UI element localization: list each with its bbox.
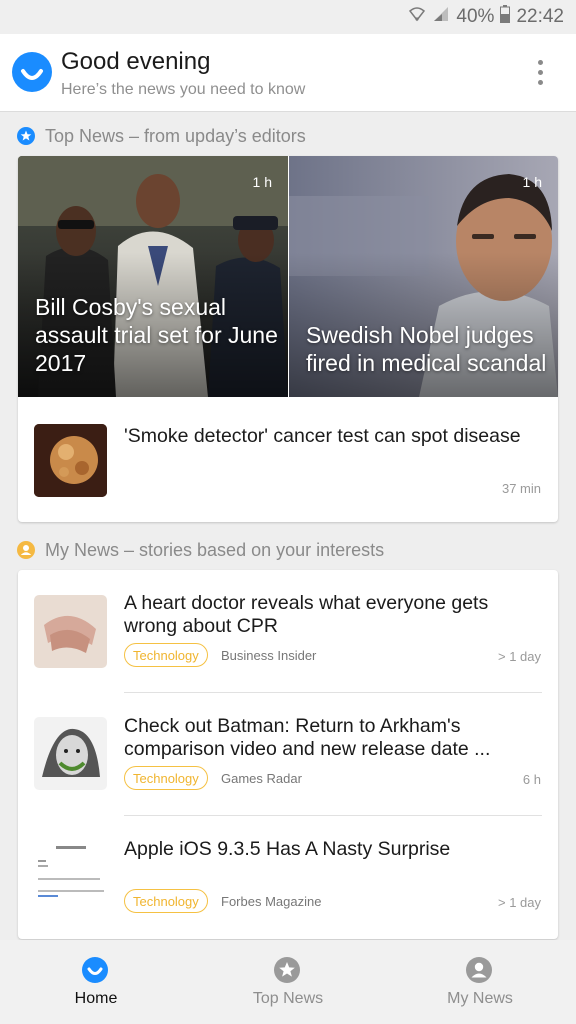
headline: 'Smoke detector' cancer test can spot di… (124, 425, 521, 447)
ios-update-thumbnail (34, 840, 107, 913)
status-icons: 40% 22:42 (408, 5, 564, 29)
battery-icon (500, 5, 511, 29)
list-item[interactable]: Apple iOS 9.3.5 Has A Nasty Surprise Tec… (18, 816, 558, 939)
top-news-section-title: Top News – from upday’s editors (17, 125, 306, 147)
category-tag[interactable]: Technology (124, 889, 208, 913)
nav-label: My News (447, 990, 513, 1007)
star-icon (17, 127, 35, 145)
top-news-card: 1 h Bill Cosby's sexual assault trial se… (18, 156, 558, 522)
headline: Apple iOS 9.3.5 Has A Nasty Surprise (124, 838, 451, 860)
top-news-tile-nobel[interactable]: 1 h Swedish Nobel judges fired in medica… (289, 156, 558, 397)
list-item[interactable]: A heart doctor reveals what everyone get… (18, 570, 558, 692)
tile-time: 1 h (522, 174, 542, 190)
status-bar: 40% 22:42 (0, 0, 576, 34)
source-name: Forbes Magazine (221, 894, 322, 909)
joker-thumbnail (34, 717, 107, 790)
headline: Check out Batman: Return to Arkham's com… (124, 715, 491, 760)
category-tag[interactable]: Technology (124, 643, 208, 667)
timestamp: > 1 day (497, 895, 541, 910)
top-news-row[interactable]: 'Smoke detector' cancer test can spot di… (18, 397, 558, 522)
signal-icon (432, 5, 450, 29)
greeting-title: Good evening (61, 48, 211, 75)
greeting-subtitle: Here’s the news you need to know (61, 81, 306, 98)
tile-headline: Swedish Nobel judges fired in medical sc… (306, 322, 547, 376)
source-name: Games Radar (221, 771, 302, 786)
my-news-card: A heart doctor reveals what everyone get… (18, 570, 558, 939)
star-icon (274, 957, 300, 983)
nav-label: Top News (252, 990, 324, 1007)
app-header: Good evening Here’s the news you need to… (0, 34, 576, 112)
tile-headline: Bill Cosby's sexual assault trial set fo… (35, 294, 278, 376)
timestamp: > 1 day (497, 649, 541, 664)
headline: A heart doctor reveals what everyone get… (124, 592, 489, 637)
category-tag[interactable]: Technology (124, 766, 208, 790)
nav-label: Home (74, 990, 118, 1007)
bottom-navigation: Home Top News My News (0, 940, 576, 1024)
top-news-tile-cosby[interactable]: 1 h Bill Cosby's sexual assault trial se… (18, 156, 288, 397)
my-news-section-label: My News – stories based on your interest… (45, 539, 385, 560)
source-name: Business Insider (221, 648, 317, 663)
upday-logo-icon (12, 52, 52, 92)
timestamp: 37 min (501, 481, 541, 496)
battery-percent: 40% (456, 6, 495, 27)
overflow-menu-icon[interactable] (530, 58, 550, 88)
timestamp: 6 h (522, 772, 541, 787)
cancer-cell-thumbnail (34, 424, 107, 497)
wifi-icon (408, 5, 426, 29)
nav-home[interactable]: Home (0, 940, 192, 1024)
person-icon (466, 957, 492, 983)
tile-time: 1 h (252, 174, 272, 190)
list-item[interactable]: Check out Batman: Return to Arkham's com… (18, 693, 558, 815)
cpr-hands-thumbnail (34, 595, 107, 668)
person-icon (17, 541, 35, 559)
top-news-section-label: Top News – from upday’s editors (45, 125, 306, 146)
clock: 22:42 (516, 6, 564, 27)
nav-my-news[interactable]: My News (384, 940, 576, 1024)
nav-top-news[interactable]: Top News (192, 940, 384, 1024)
my-news-section-title: My News – stories based on your interest… (17, 539, 384, 561)
home-smile-icon (82, 957, 108, 983)
